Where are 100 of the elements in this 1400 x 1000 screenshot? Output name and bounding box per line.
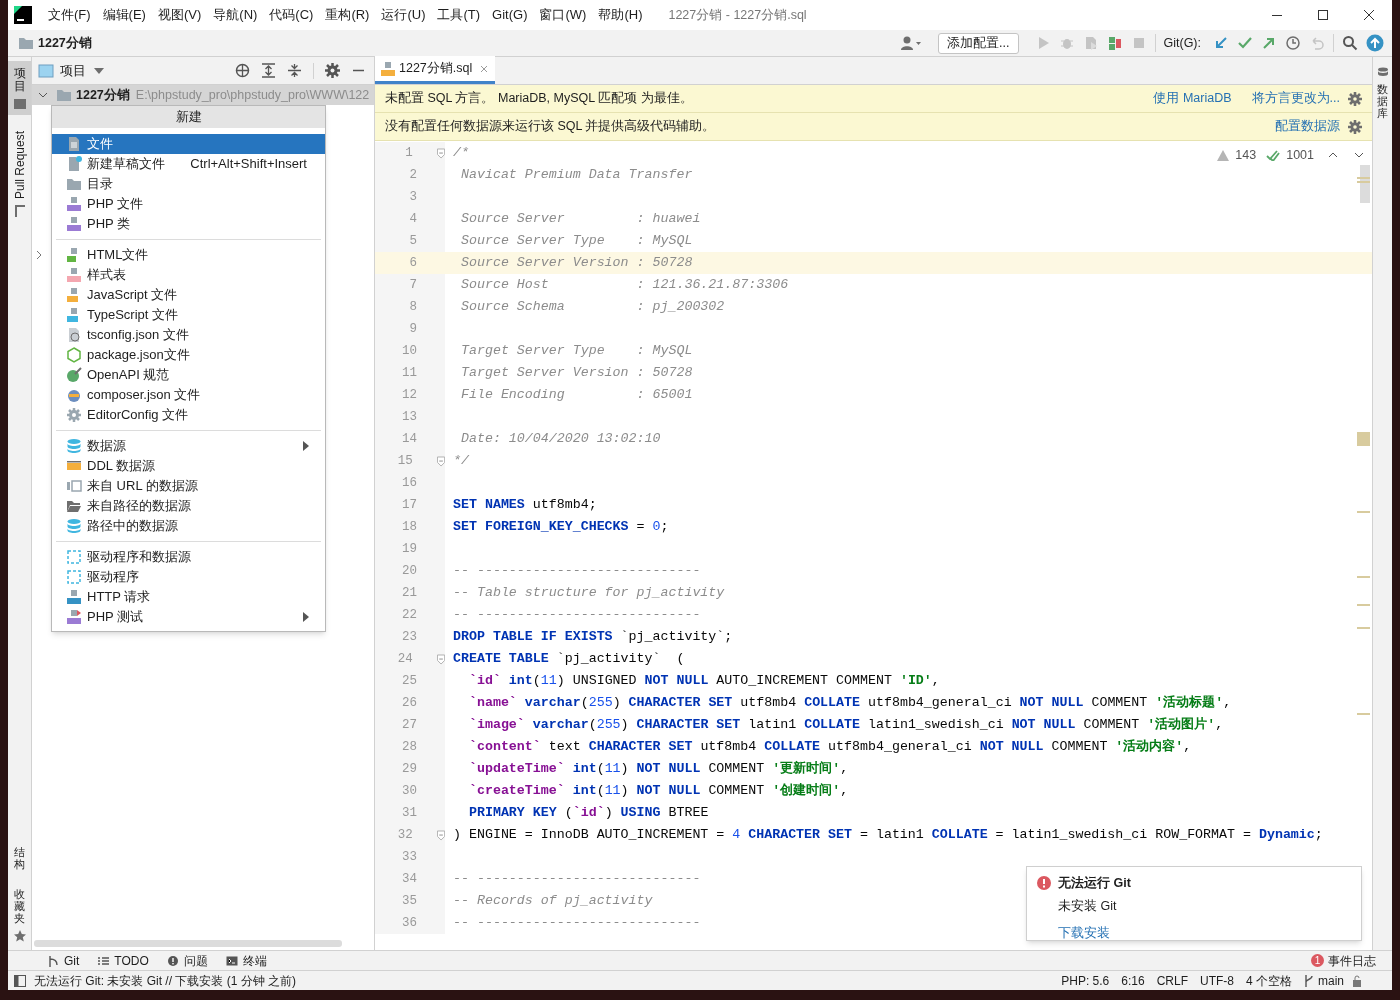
menu-item[interactable]: 窗口(W) — [533, 3, 593, 27]
update-icon[interactable] — [1366, 34, 1384, 52]
menu-item[interactable]: EditorConfig 文件 — [52, 405, 325, 425]
tool-window-tab[interactable]: 结构 — [14, 845, 25, 870]
history-icon[interactable] — [1285, 35, 1301, 51]
warning-icon[interactable] — [1217, 149, 1230, 161]
menu-item[interactable]: 新建草稿文件 Ctrl+Alt+Shift+Insert — [52, 154, 325, 174]
run-config-button[interactable]: 添加配置... — [938, 32, 1019, 54]
expand-all-icon[interactable] — [261, 63, 276, 78]
update-project-icon[interactable] — [1213, 35, 1229, 51]
menu-item[interactable]: 文件 — [52, 134, 325, 154]
folder-icon — [18, 36, 34, 50]
menu-item[interactable]: 来自路径的数据源 — [52, 496, 325, 516]
warning-count[interactable]: 143 — [1235, 146, 1257, 165]
menu-item[interactable]: tsconfig.json 文件 — [52, 325, 325, 345]
settings-icon[interactable] — [1348, 119, 1362, 134]
check-count[interactable]: 1001 — [1286, 146, 1314, 165]
search-icon[interactable] — [1342, 35, 1358, 51]
branch-widget[interactable]: main — [1304, 971, 1344, 990]
menu-item[interactable]: 运行(U) — [375, 3, 432, 27]
panel-title[interactable]: 项目 — [60, 60, 86, 81]
tool-window-tab[interactable]: 数据库 — [1377, 83, 1388, 120]
menu-item[interactable]: 编辑(E) — [96, 3, 152, 27]
file-type-icon — [66, 478, 82, 494]
dropdown-caret-icon[interactable] — [94, 67, 104, 74]
line-number: 13 — [401, 408, 417, 426]
fold-icon[interactable] — [436, 455, 445, 467]
settings-icon[interactable] — [1348, 91, 1362, 106]
fold-icon[interactable] — [436, 829, 445, 841]
menu-item[interactable]: 帮助(H) — [592, 3, 649, 27]
menu-item[interactable]: 驱动程序和数据源 — [52, 547, 325, 567]
push-icon[interactable] — [1261, 35, 1277, 51]
menu-item[interactable]: JavaScript 文件 — [52, 285, 325, 305]
database-icon[interactable] — [1376, 67, 1389, 79]
menu-item[interactable]: 文件(F) — [42, 3, 97, 27]
panel-toggle-icon[interactable] — [14, 974, 26, 987]
menu-item[interactable]: TypeScript 文件 — [52, 305, 325, 325]
menu-item[interactable]: PHP 类 — [52, 214, 325, 234]
editor-tab[interactable]: 1227分销.sql — [375, 56, 496, 84]
menu-item[interactable]: OpenAPI 规范 — [52, 365, 325, 385]
menu-item[interactable]: 数据源 — [52, 436, 325, 456]
chevron-down-icon[interactable] — [1354, 152, 1364, 159]
user-icon[interactable] — [900, 35, 923, 51]
code-line: -- ---------------------------- — [453, 914, 701, 933]
lock-icon[interactable] — [1352, 974, 1362, 987]
menu-item[interactable]: 视图(V) — [151, 3, 208, 27]
tool-window-button[interactable]: Git — [38, 951, 89, 970]
file-type-icon — [66, 176, 82, 192]
tree-row[interactable]: 1227分销 E:\phpstudy_pro\phpstudy_pro\WWW\122 — [32, 85, 374, 105]
chevron-right-icon[interactable] — [36, 250, 42, 260]
status-item[interactable]: 4 个空格 — [1245, 971, 1292, 990]
event-log-button[interactable]: 1 事件日志 — [1311, 951, 1376, 970]
star-icon[interactable] — [13, 930, 26, 942]
tool-window-tab[interactable]: 项目 — [8, 61, 31, 116]
tool-window-button[interactable]: 终端 — [216, 951, 276, 970]
status-item[interactable]: 6:16 — [1121, 971, 1145, 990]
locate-icon[interactable] — [235, 63, 250, 78]
scrollbar[interactable] — [34, 940, 342, 947]
menu-item[interactable]: 代码(C) — [263, 3, 320, 27]
tool-window-tab[interactable]: Pull Request — [8, 125, 31, 224]
menu-item[interactable]: Git(G) — [486, 3, 534, 27]
line-number: 20 — [401, 562, 417, 580]
menu-item[interactable]: composer.json 文件 — [52, 385, 325, 405]
menu-item[interactable]: 来自 URL 的数据源 — [52, 476, 325, 496]
app-logo-icon — [14, 6, 32, 24]
menu-item[interactable]: 工具(T) — [431, 3, 487, 27]
menu-item[interactable]: 重构(R) — [319, 3, 376, 27]
menu-item[interactable]: 导航(N) — [207, 3, 264, 27]
menu-item[interactable]: DDL 数据源 — [52, 456, 325, 476]
banner-link[interactable]: 使用 MariaDB — [1153, 89, 1232, 108]
banner-link[interactable]: 配置数据源 — [1275, 117, 1340, 136]
tool-window-tab[interactable]: 收藏夹 — [14, 887, 25, 924]
fold-icon[interactable] — [436, 147, 445, 159]
settings-icon[interactable] — [325, 63, 340, 78]
status-message[interactable]: 无法运行 Git: 未安装 Git // 下载安装 (1 分钟 之前) — [34, 971, 296, 990]
menu-item[interactable]: PHP 文件 — [52, 194, 325, 214]
status-item[interactable]: CRLF — [1156, 971, 1188, 990]
menu-item[interactable]: PHP 测试 — [52, 607, 325, 627]
chevron-up-icon[interactable] — [1328, 152, 1338, 159]
menu-item[interactable]: 样式表 — [52, 265, 325, 285]
fold-icon[interactable] — [436, 653, 445, 665]
commit-icon[interactable] — [1237, 35, 1253, 51]
banner-link[interactable]: 将方言更改为... — [1251, 89, 1340, 108]
menu-item[interactable]: HTML文件 — [52, 245, 325, 265]
menu-item[interactable]: 路径中的数据源 — [52, 516, 325, 536]
status-item[interactable]: PHP: 5.6 — [1061, 971, 1110, 990]
menu-item[interactable]: HTTP 请求 — [52, 587, 325, 607]
status-item[interactable]: UTF-8 — [1199, 971, 1234, 990]
download-link[interactable]: 下载安装 — [1037, 923, 1351, 943]
menu-item[interactable]: 目录 — [52, 174, 325, 194]
breadcrumb[interactable]: 1227分销 — [38, 33, 92, 53]
menu-item[interactable]: package.json文件 — [52, 345, 325, 365]
tool-window-button[interactable]: TODO — [88, 951, 158, 970]
collapse-all-icon[interactable] — [287, 63, 302, 78]
profiler-icon[interactable] — [1106, 35, 1123, 51]
menu-item[interactable]: 驱动程序 — [52, 567, 325, 587]
close-icon[interactable] — [479, 63, 490, 74]
double-check-icon[interactable] — [1266, 149, 1281, 161]
rollback-icon[interactable] — [1309, 35, 1325, 51]
tool-window-button[interactable]: 问题 — [157, 951, 217, 970]
